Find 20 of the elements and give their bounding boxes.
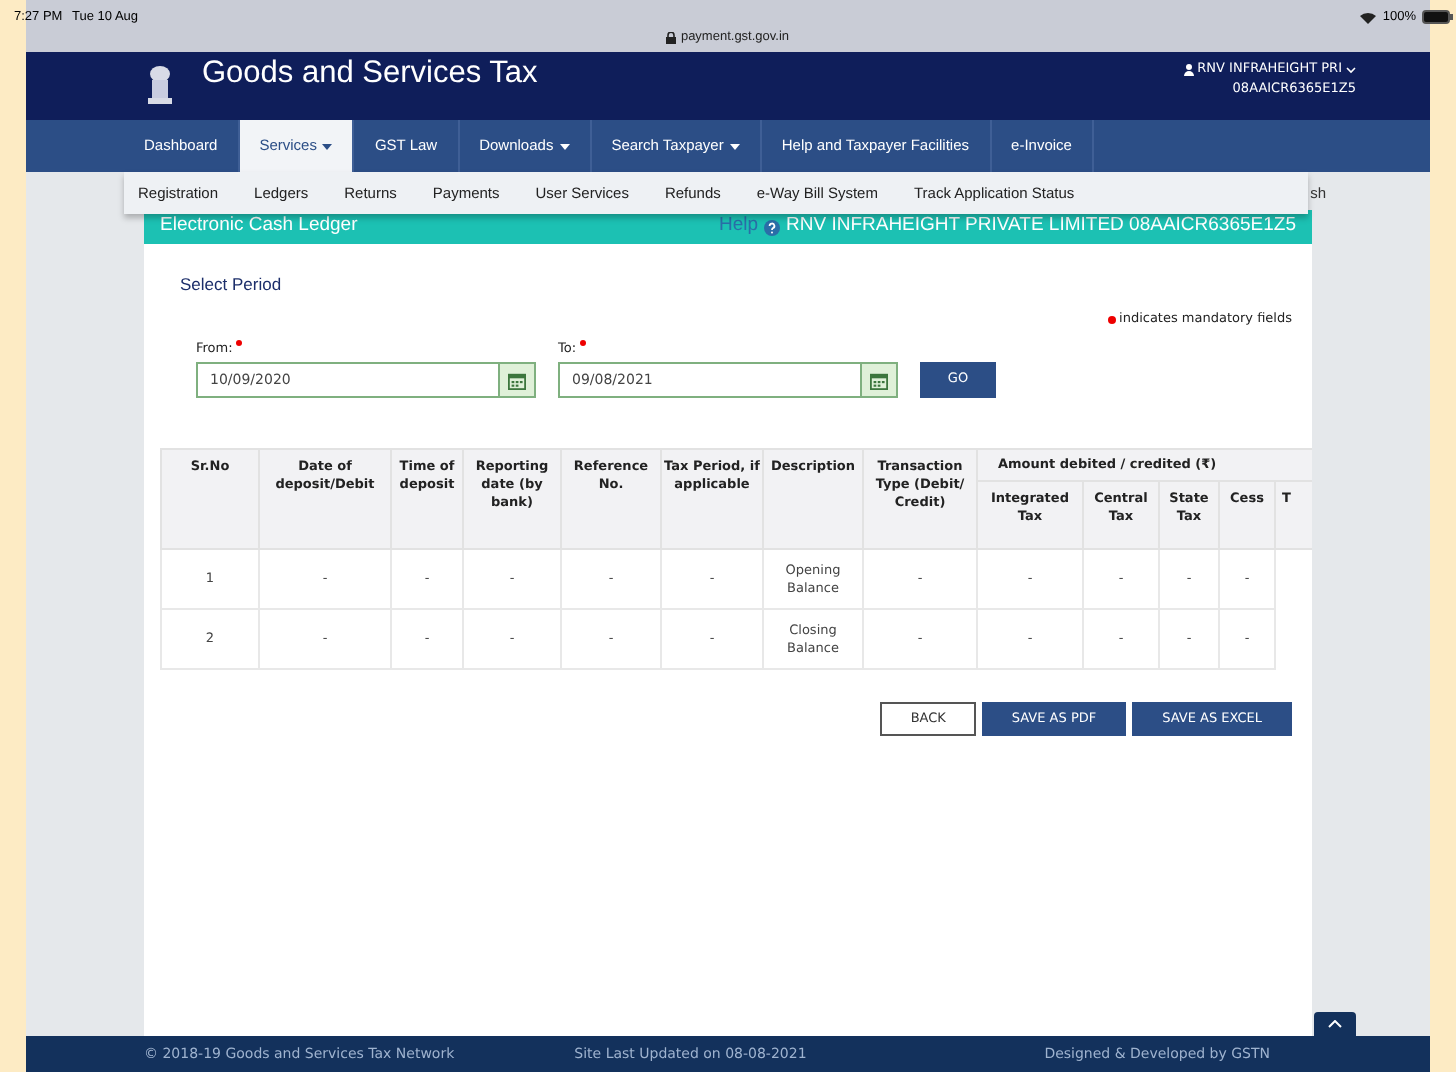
- lock-icon: [666, 31, 677, 44]
- caret-icon: [322, 143, 333, 149]
- site-title[interactable]: Goods and Services Tax: [202, 50, 538, 98]
- chevron-down-icon: [1346, 66, 1356, 75]
- required-dot-icon: [236, 339, 243, 345]
- section-title: Select Period: [180, 272, 284, 298]
- required-dot-icon: [580, 339, 587, 345]
- calendar-icon[interactable]: [870, 371, 888, 390]
- battery-icon: [1422, 10, 1454, 25]
- calendar-icon[interactable]: [508, 371, 526, 390]
- taxpayer-name: RNV INFRAHEIGHT PRIVATE LIMITED 08AAICR6365E1Z5: [786, 212, 1296, 241]
- user-icon: [1183, 64, 1194, 77]
- wifi-icon: [1360, 11, 1377, 24]
- scroll-top-button[interactable]: [1314, 1012, 1356, 1036]
- help-icon[interactable]: [764, 219, 780, 235]
- caret-icon: [729, 143, 740, 149]
- chevron-up-icon: [1328, 1020, 1342, 1028]
- required-dot-icon: [1107, 315, 1116, 324]
- page-title: Electronic Cash Ledger: [160, 212, 358, 241]
- caret-icon: [559, 143, 570, 149]
